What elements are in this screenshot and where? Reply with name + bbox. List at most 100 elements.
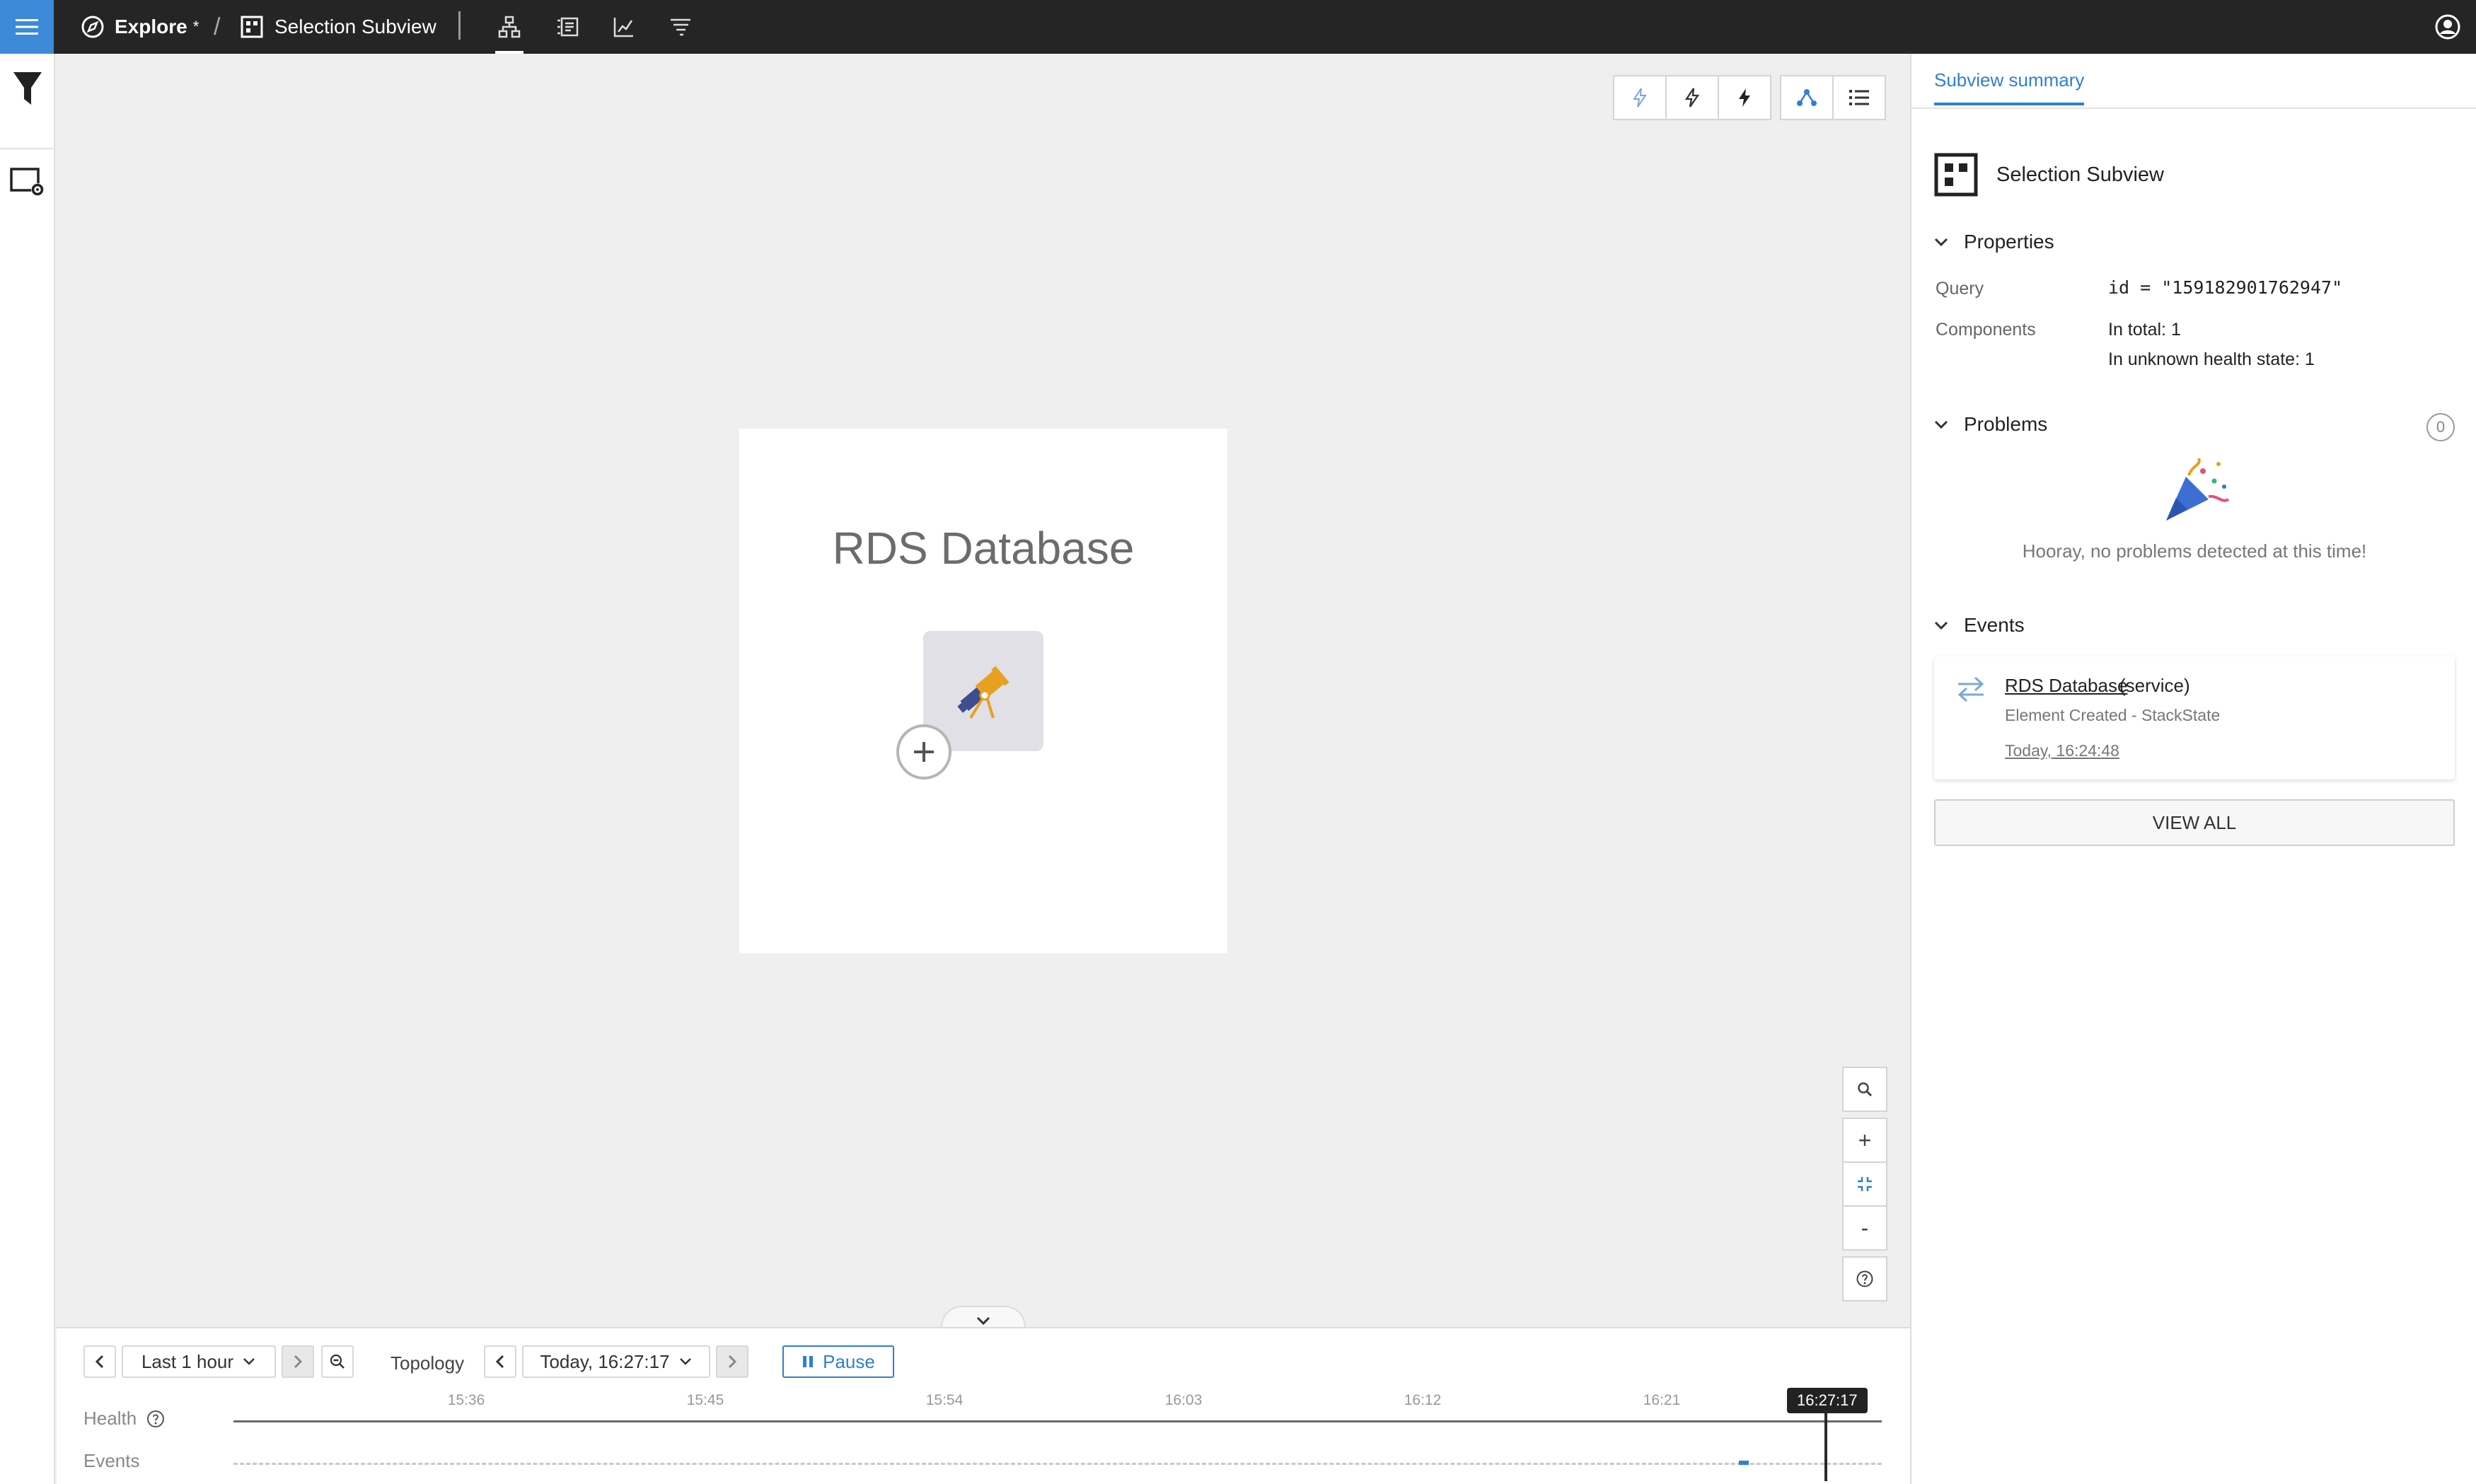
range-back-button[interactable] <box>83 1345 116 1378</box>
timeline-bar: Last 1 hour Topology Today, 16:27:17 Pau… <box>57 1327 1910 1484</box>
zoom-out-button[interactable]: - <box>1842 1205 1887 1251</box>
event-component-type: (service) <box>2119 675 2190 696</box>
list-mode-icon <box>1849 90 1869 105</box>
breadcrumb-subview-label: Selection Subview <box>274 16 436 37</box>
fit-to-screen-button[interactable] <box>1842 1161 1887 1207</box>
problems-count-badge: 0 <box>2426 413 2455 441</box>
user-icon <box>2435 14 2460 40</box>
axis-tick-label: 16:03 <box>1164 1392 1203 1408</box>
components-key: Components <box>1936 320 2036 340</box>
view-settings-icon <box>10 168 44 196</box>
events-heading: Events <box>1964 614 2025 636</box>
axis-tick-label: 15:54 <box>925 1392 964 1408</box>
health-row-label: Health <box>83 1408 137 1429</box>
canvas-search-button[interactable] <box>1842 1067 1887 1112</box>
event-marker[interactable] <box>1739 1461 1749 1465</box>
chevron-down-icon <box>1934 420 1948 429</box>
breadcrumb-explore[interactable]: Explore * <box>81 0 199 54</box>
help-icon <box>1856 1270 1873 1287</box>
timeline-cursor[interactable] <box>1824 1406 1827 1481</box>
events-section-toggle[interactable]: Events <box>1933 614 2025 637</box>
chevron-right-icon <box>728 1355 737 1369</box>
critical-health-toggle[interactable] <box>1718 75 1771 120</box>
help-icon[interactable] <box>146 1409 166 1429</box>
properties-section-toggle[interactable]: Properties <box>1933 231 2054 253</box>
expand-node-button[interactable] <box>896 724 951 779</box>
event-card[interactable]: RDS Database (service) Element Created -… <box>1934 656 2455 779</box>
zoom-out-time-button[interactable] <box>321 1345 354 1378</box>
plus-icon <box>914 742 934 762</box>
visualization-mode-toggles <box>1780 75 1886 120</box>
telescope-icon <box>957 666 1010 719</box>
deviating-health-toggle[interactable] <box>1665 75 1719 120</box>
canvas-help-button[interactable] <box>1842 1256 1887 1302</box>
fit-screen-icon <box>1858 1177 1872 1191</box>
range-forward-button[interactable] <box>282 1345 314 1378</box>
time-point-select[interactable]: Today, 16:27:17 <box>522 1345 710 1378</box>
axis-tick-label: 16:21 <box>1643 1392 1681 1408</box>
components-unknown: In unknown health state: 1 <box>2108 349 2315 369</box>
view-settings-button[interactable] <box>0 147 55 218</box>
topology-canvas[interactable]: RDS Database + - <box>57 54 1967 1334</box>
pause-icon <box>803 1356 814 1367</box>
chevron-left-icon <box>95 1355 104 1369</box>
traces-view-button[interactable] <box>658 0 703 54</box>
event-component-link[interactable]: RDS Database <box>2005 675 2127 697</box>
compass-icon <box>81 16 104 38</box>
top-bar: Explore * / Selection Subview <box>0 0 2476 54</box>
component-node[interactable]: RDS Database <box>739 429 1227 953</box>
hamburger-icon <box>16 19 38 35</box>
event-timestamp-link[interactable]: Today, 16:24:48 <box>2005 741 2119 760</box>
event-description: Element Created - StackState <box>2005 706 2221 724</box>
topology-mode-button[interactable] <box>1780 75 1834 120</box>
traces-view-icon <box>671 18 690 36</box>
topology-view-button[interactable] <box>487 0 532 54</box>
metrics-view-button[interactable] <box>601 0 647 54</box>
swap-arrows-icon <box>1957 676 1984 702</box>
axis-tick-label: 15:45 <box>686 1392 724 1408</box>
time-forward-button[interactable] <box>716 1345 748 1378</box>
tab-subview-summary[interactable]: Subview summary <box>1934 69 2085 105</box>
query-value: id = "159182901762947" <box>2108 277 2343 298</box>
breadcrumb-explore-label: Explore <box>115 16 187 37</box>
left-rail <box>0 54 55 1484</box>
problems-section-toggle[interactable]: Problems <box>1933 413 2047 436</box>
chevron-down-icon <box>679 1358 691 1365</box>
topology-view-icon <box>498 16 521 38</box>
pause-button[interactable]: Pause <box>782 1345 894 1378</box>
filter-button[interactable] <box>0 54 55 124</box>
deviating-health-icon <box>1684 88 1700 108</box>
unknown-health-toggle[interactable] <box>1613 75 1667 120</box>
tab-divider <box>1911 108 2476 109</box>
breadcrumb-subview[interactable]: Selection Subview <box>241 0 436 54</box>
time-range-select[interactable]: Last 1 hour <box>122 1345 276 1378</box>
filter-icon <box>13 72 42 105</box>
problems-heading: Problems <box>1964 413 2048 435</box>
timeline-cursor-label: 16:27:17 <box>1787 1388 1868 1413</box>
list-mode-button[interactable] <box>1832 75 1886 120</box>
zoom-in-button[interactable]: + <box>1842 1118 1887 1163</box>
health-timeline-track[interactable] <box>233 1420 1882 1422</box>
panel-title-label: Selection Subview <box>1996 163 2164 186</box>
header-divider <box>458 11 461 40</box>
main-menu-button[interactable] <box>0 0 54 54</box>
zoom-out-icon <box>330 1354 345 1369</box>
health-overlay-toggles <box>1613 75 1771 120</box>
view-all-events-button[interactable]: VIEW ALL <box>1934 799 2455 846</box>
chevron-down-icon <box>1934 238 1948 247</box>
time-point-label: Today, 16:27:17 <box>540 1350 670 1372</box>
time-back-button[interactable] <box>484 1345 516 1378</box>
unknown-health-icon <box>1633 88 1647 108</box>
events-timeline-track[interactable] <box>233 1463 1882 1465</box>
chevron-down-icon <box>1934 621 1948 630</box>
component-node-title: RDS Database <box>832 523 1135 574</box>
user-account-button[interactable] <box>2431 10 2465 44</box>
chevron-down-icon <box>243 1358 255 1365</box>
subview-icon <box>1934 153 1978 197</box>
subview-summary-panel: Subview summary Selection Subview Proper… <box>1910 54 2476 1484</box>
critical-health-icon <box>1739 88 1750 107</box>
chevron-left-icon <box>495 1355 504 1369</box>
events-view-button[interactable] <box>545 0 590 54</box>
party-popper-icon <box>2166 458 2230 521</box>
search-icon <box>1858 1082 1873 1097</box>
